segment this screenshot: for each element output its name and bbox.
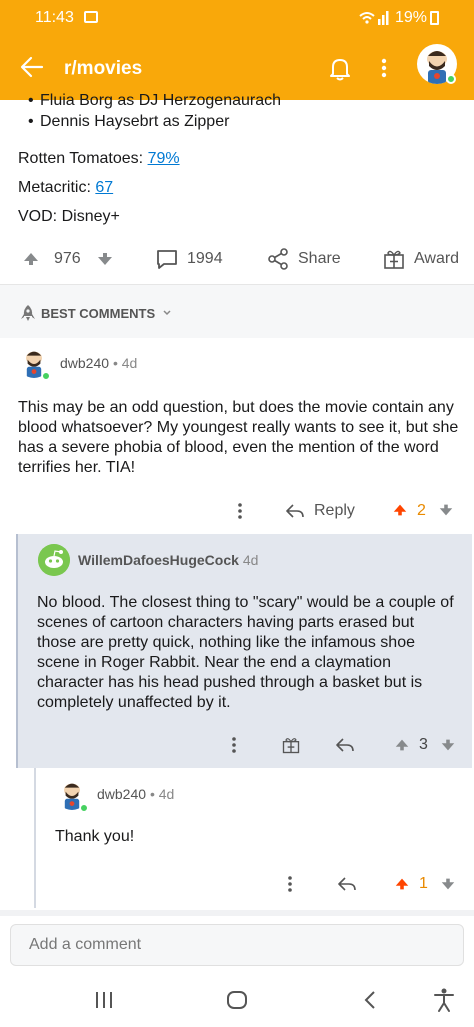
cast-list-item: Fluia Borg as DJ Herzogenaurach [28,92,281,110]
comment-author[interactable]: dwb240 [97,786,146,802]
back-arrow-icon[interactable] [18,53,46,81]
gallery-notification-icon [84,11,98,23]
downvote-icon [441,739,455,751]
comment-author[interactable]: dwb240 [60,355,109,371]
upvote-icon-active [393,504,407,516]
comment-age: 4d [158,786,175,802]
upvote-icon-active [395,878,409,890]
accessibility-icon[interactable] [432,987,456,1018]
post-downvote-button[interactable] [96,250,114,268]
comment-body: This may be an odd question, but does th… [18,399,459,476]
add-comment-input[interactable]: Add a comment [10,924,464,966]
status-time: 11:43 [35,9,74,26]
rotten-tomatoes-link[interactable]: 79% [148,150,180,167]
gift-icon [384,250,404,269]
chevron-down-icon [163,310,171,316]
upvote-icon [395,739,409,751]
post-score: 976 [54,250,81,267]
comment-bubble-icon [157,250,177,269]
wifi-signal-icon [358,8,390,29]
comment-more-icon[interactable] [226,735,242,760]
comment-upvote-button[interactable] [394,737,410,758]
share-button[interactable]: Share [266,247,341,271]
reply-button[interactable] [336,873,358,900]
reply-arrow-icon [338,877,356,891]
reply-arrow-icon [336,738,354,752]
cast-list-item: Dennis Haysebrt as Zipper [28,113,229,131]
sort-label: BEST COMMENTS [41,305,156,321]
comment-score: 1 [419,875,428,892]
reply-button[interactable] [334,734,356,761]
post-actions-bar: 976 1994 Share Award [0,244,474,276]
comment-author[interactable]: WillemDafoesHugeCock [78,552,239,568]
online-indicator [80,804,88,812]
share-label: Share [298,250,341,267]
online-indicator [446,74,456,84]
comment-upvote-button[interactable] [394,876,410,897]
app-bar: r/movies [0,36,474,100]
status-bar: 11:43 19% [0,0,474,36]
comment-age: 4d [121,355,138,371]
home-icon[interactable] [226,989,248,1016]
comment-age: 4d [242,552,259,568]
award-button[interactable]: Award [382,247,459,271]
downvote-icon [441,878,455,890]
award-label: Award [414,250,460,267]
rocket-icon [21,305,35,321]
comment-body: Thank you! [55,828,135,845]
comment-author-line: dwb240 • 4d [60,355,138,371]
comment-score: 3 [419,736,428,753]
vod-value: Disney+ [61,208,120,225]
online-indicator [42,372,50,380]
comments-sort-bar: BEST COMMENTS [0,284,474,338]
post-upvote-button[interactable] [22,250,40,268]
back-nav-icon[interactable] [360,989,380,1016]
gift-icon [282,738,300,754]
reply-button[interactable]: Reply [284,500,355,522]
battery-icon [430,11,439,25]
share-icon [268,248,288,270]
notification-bell-icon[interactable] [326,54,354,82]
reply-label: Reply [314,502,355,519]
metacritic-line: Metacritic: 67 [18,179,113,197]
system-nav-bar [0,972,474,1027]
downvote-icon [439,504,453,516]
divider [0,910,474,916]
vod-label: VOD: [18,208,58,225]
comments-button[interactable]: 1994 [155,247,223,271]
nested-reply: dwb240 • 4d Thank you! 1 [34,768,472,908]
rotten-tomatoes-label: Rotten Tomatoes: [18,150,144,167]
vod-line: VOD: Disney+ [18,208,120,226]
comment-body: No blood. The closest thing to "scary" w… [37,594,454,711]
battery-percent: 19% [395,9,428,26]
more-options-icon[interactable] [376,54,392,82]
metacritic-label: Metacritic: [18,179,91,196]
commenter-avatar[interactable] [38,544,70,576]
recent-apps-icon[interactable] [94,990,114,1015]
award-button[interactable] [281,735,301,760]
comment-downvote-button[interactable] [440,876,456,897]
comment-more-icon[interactable] [232,501,248,526]
comment-score: 2 [417,502,426,519]
reply-arrow-icon [286,504,304,518]
comment-more-icon[interactable] [282,874,298,899]
nested-reply: WillemDafoesHugeCock 4d No blood. The cl… [16,534,472,768]
comment-author-line: WillemDafoesHugeCock 4d [78,552,258,568]
metacritic-link[interactable]: 67 [95,179,113,196]
sort-dropdown[interactable]: BEST COMMENTS [20,304,174,322]
rotten-tomatoes-line: Rotten Tomatoes: 79% [18,150,180,168]
comment-upvote-button[interactable] [392,502,408,523]
comment-downvote-button[interactable] [440,737,456,758]
comment-downvote-button[interactable] [438,502,454,523]
downvote-icon [98,253,112,265]
comment-count: 1994 [187,250,223,267]
subreddit-title[interactable]: r/movies [64,58,142,80]
upvote-icon [24,253,38,265]
comment-author-line: dwb240 • 4d [97,786,175,802]
